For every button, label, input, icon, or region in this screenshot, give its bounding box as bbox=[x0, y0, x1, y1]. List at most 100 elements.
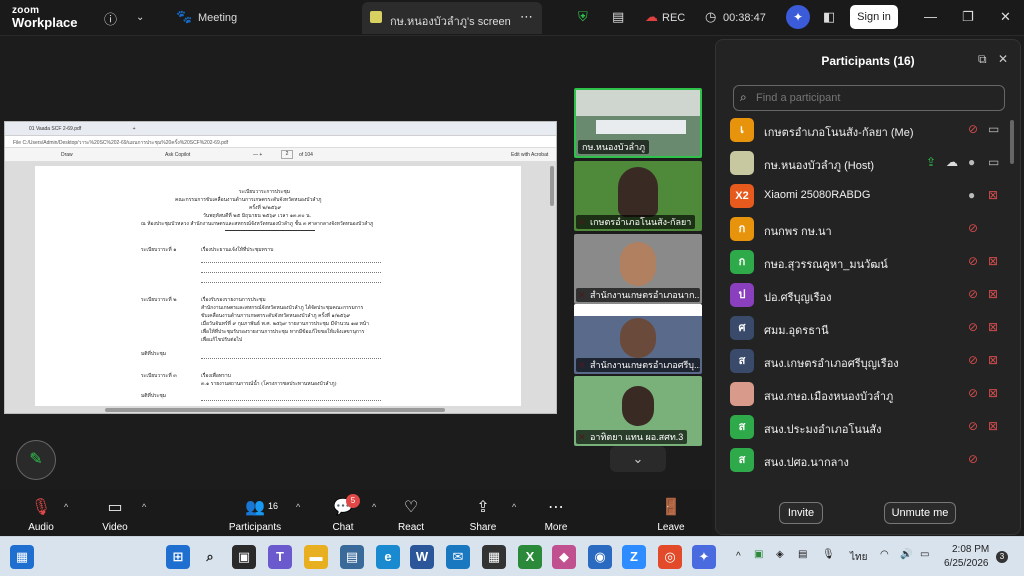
participant-row[interactable]: สนง.กษอ.เมืองหนองบัวลำภู ⊘ ⊠ bbox=[730, 380, 1015, 408]
chat-button[interactable]: 💬 5 Chat bbox=[308, 490, 378, 536]
microphone-tray-icon[interactable]: 🎙 bbox=[822, 549, 835, 560]
leave-button[interactable]: 🚪 Leave bbox=[636, 490, 706, 536]
participant-row[interactable]: ส สนง.เกษตรอำเภอศรีบุญเรือง ⊘ ⊠ bbox=[730, 347, 1015, 375]
layout-icon[interactable]: ◧ bbox=[823, 9, 835, 25]
video-off-icon[interactable]: ⊠ bbox=[988, 386, 998, 400]
muted-mic-icon[interactable]: ⊘ bbox=[968, 386, 978, 400]
video-off-icon[interactable]: ⊠ bbox=[988, 287, 998, 301]
restore-icon[interactable]: ❐ bbox=[962, 9, 974, 25]
video-off-icon[interactable]: ⊠ bbox=[988, 353, 998, 367]
participant-row[interactable]: ส สนง.ประมงอำเภอโนนสัง ⊘ ⊠ bbox=[730, 413, 1015, 441]
widgets-icon[interactable]: ▦ bbox=[10, 545, 34, 569]
tray-app-icon[interactable]: ◈ bbox=[776, 549, 784, 560]
muted-mic-icon[interactable]: ⊘ bbox=[968, 452, 978, 466]
video-off-icon[interactable]: ⊠ bbox=[988, 254, 998, 268]
share-button[interactable]: ⇪ Share bbox=[448, 490, 518, 536]
tray-app-icon[interactable]: ▤ bbox=[798, 549, 807, 560]
shield-check-icon[interactable]: ⛨ bbox=[578, 9, 588, 25]
m365-icon[interactable]: ◆ bbox=[552, 545, 576, 569]
video-on-icon[interactable]: ▭ bbox=[988, 155, 999, 169]
word-icon[interactable]: W bbox=[410, 545, 434, 569]
pdf-scrollbar[interactable] bbox=[550, 166, 554, 206]
participant-search-input[interactable] bbox=[756, 89, 996, 107]
screen-share-tab[interactable]: กษ.หนองบัวลำภู's screen ⋯ bbox=[362, 2, 542, 34]
edit-acrobat-button[interactable]: Edit with Acrobat bbox=[511, 152, 548, 158]
gallery-scroll-down-button[interactable]: ⌄ bbox=[610, 446, 666, 472]
address-bar[interactable]: File C:/Users/Admin/Desktop/วาระ%20SC%20… bbox=[5, 136, 556, 148]
sign-in-button[interactable]: Sign in bbox=[850, 5, 898, 29]
more-button[interactable]: ⋯ More bbox=[521, 490, 591, 536]
share-options-caret[interactable]: ^ bbox=[512, 502, 516, 512]
participant-row[interactable]: ส สนง.ปศอ.นากลาง ⊘ bbox=[730, 446, 1015, 474]
volume-icon[interactable]: 🔊 bbox=[900, 549, 912, 560]
teams-icon[interactable]: T bbox=[268, 545, 292, 569]
minimize-icon[interactable]: — bbox=[924, 9, 937, 24]
muted-mic-icon[interactable]: ⊘ bbox=[968, 353, 978, 367]
store-icon[interactable]: ▦ bbox=[482, 545, 506, 569]
video-options-caret[interactable]: ^ bbox=[142, 502, 146, 512]
participant-row[interactable]: เ เกษตรอำเภอโนนสัง-กัลยา (Me) ⊘ ▭ bbox=[730, 116, 1015, 144]
pdf-hscrollbar[interactable] bbox=[105, 408, 445, 412]
excel-icon[interactable]: X bbox=[518, 545, 542, 569]
chrome-icon[interactable]: ◎ bbox=[658, 545, 682, 569]
tray-expand-icon[interactable]: ^ bbox=[736, 551, 741, 562]
participant-row[interactable]: ป ปอ.ศรีบุญเรือง ⊘ ⊠ bbox=[730, 281, 1015, 309]
search-icon[interactable]: ⌕ bbox=[198, 545, 222, 569]
pdf-viewport[interactable]: ระเบียบวาระการประชุม คณะกรรมการขับเคลื่อ… bbox=[5, 162, 556, 413]
invite-button[interactable]: Invite bbox=[779, 502, 823, 524]
muted-mic-icon[interactable]: ⊘ bbox=[968, 287, 978, 301]
page-number-input[interactable]: 2 bbox=[281, 150, 293, 159]
muted-mic-icon[interactable]: ⊘ bbox=[968, 320, 978, 334]
video-tile[interactable]: ✕ เกษตรอำเภอโนนสัง-กัลยา bbox=[574, 161, 702, 231]
vpn-icon[interactable]: ◉ bbox=[588, 545, 612, 569]
video-off-icon[interactable]: ⊠ bbox=[988, 188, 998, 202]
video-off-icon[interactable]: ⊠ bbox=[988, 320, 998, 334]
meeting-label[interactable]: Meeting bbox=[198, 12, 237, 24]
browser-tab[interactable]: 01 Vaada SCF 2-69.pdf bbox=[29, 126, 81, 132]
rec-label[interactable]: REC bbox=[662, 12, 685, 24]
battery-icon[interactable]: ▭ bbox=[920, 549, 929, 560]
participant-row[interactable]: ก กนกพร กษ.นา ⊘ bbox=[730, 215, 1015, 243]
clock-time[interactable]: 2:08 PM bbox=[952, 544, 989, 555]
audio-button[interactable]: 🎙 Audio bbox=[6, 490, 76, 536]
app-icon[interactable]: ▤ bbox=[340, 545, 364, 569]
chevron-down-icon[interactable]: ⌄ bbox=[136, 12, 144, 23]
info-icon[interactable]: ⓘ bbox=[104, 9, 117, 28]
task-view-icon[interactable]: ▣ bbox=[232, 545, 256, 569]
draw-button[interactable]: Draw bbox=[61, 152, 73, 158]
ai-companion-icon[interactable]: ✦ bbox=[786, 5, 810, 29]
zoom-icon[interactable]: Z bbox=[622, 545, 646, 569]
close-panel-icon[interactable]: ✕ bbox=[998, 52, 1008, 66]
video-tile[interactable]: ✕ สำนักงานเกษตรอำเภอนาก... bbox=[574, 234, 702, 304]
clock-date[interactable]: 6/25/2026 bbox=[944, 558, 989, 569]
start-icon[interactable]: ⊞ bbox=[166, 545, 190, 569]
video-tile[interactable]: กษ.หนองบัวลำภู bbox=[574, 88, 702, 158]
participants-options-caret[interactable]: ^ bbox=[296, 502, 300, 512]
muted-mic-icon[interactable]: ⊘ bbox=[968, 419, 978, 433]
copilot-icon[interactable]: ✦ bbox=[692, 545, 716, 569]
file-explorer-icon[interactable]: ▬ bbox=[304, 545, 328, 569]
muted-mic-icon[interactable]: ⊘ bbox=[968, 221, 978, 235]
notification-badge[interactable]: 3 bbox=[996, 551, 1008, 563]
line-tray-icon[interactable]: ▣ bbox=[754, 549, 763, 560]
video-tile[interactable]: ✕ อาทิตยา แทน ผอ.สศท.3 bbox=[574, 376, 702, 446]
new-tab-icon[interactable]: + bbox=[133, 126, 136, 132]
ask-copilot-button[interactable]: Ask Copilot bbox=[165, 152, 190, 158]
mic-icon[interactable]: ● bbox=[968, 188, 975, 202]
react-button[interactable]: ♡ React bbox=[376, 490, 446, 536]
summary-icon[interactable]: ▤ bbox=[612, 9, 624, 25]
unmute-me-button[interactable]: Unmute me bbox=[884, 502, 956, 524]
participant-row[interactable]: ศ ศมม.อุดรธานี ⊘ ⊠ bbox=[730, 314, 1015, 342]
close-icon[interactable]: ✕ bbox=[1000, 9, 1011, 25]
popout-icon[interactable]: ⧉ bbox=[978, 52, 987, 67]
edge-icon[interactable]: e bbox=[376, 545, 400, 569]
participant-row[interactable]: ก กษอ.สุวรรณคูหา_มนวัฒน์ ⊘ ⊠ bbox=[730, 248, 1015, 276]
video-button[interactable]: ▭ Video bbox=[80, 490, 150, 536]
video-on-icon[interactable]: ▭ bbox=[988, 122, 999, 136]
more-options-icon[interactable]: ⋯ bbox=[520, 9, 533, 25]
video-tile[interactable]: ✕ สำนักงานเกษตรอำเภอศรีบุ... bbox=[574, 304, 702, 374]
video-off-icon[interactable]: ⊠ bbox=[988, 419, 998, 433]
shared-screen[interactable]: 01 Vaada SCF 2-69.pdf + File C:/Users/Ad… bbox=[4, 121, 557, 414]
muted-mic-icon[interactable]: ⊘ bbox=[968, 254, 978, 268]
participants-button[interactable]: 👥 16 Participants bbox=[220, 490, 290, 536]
